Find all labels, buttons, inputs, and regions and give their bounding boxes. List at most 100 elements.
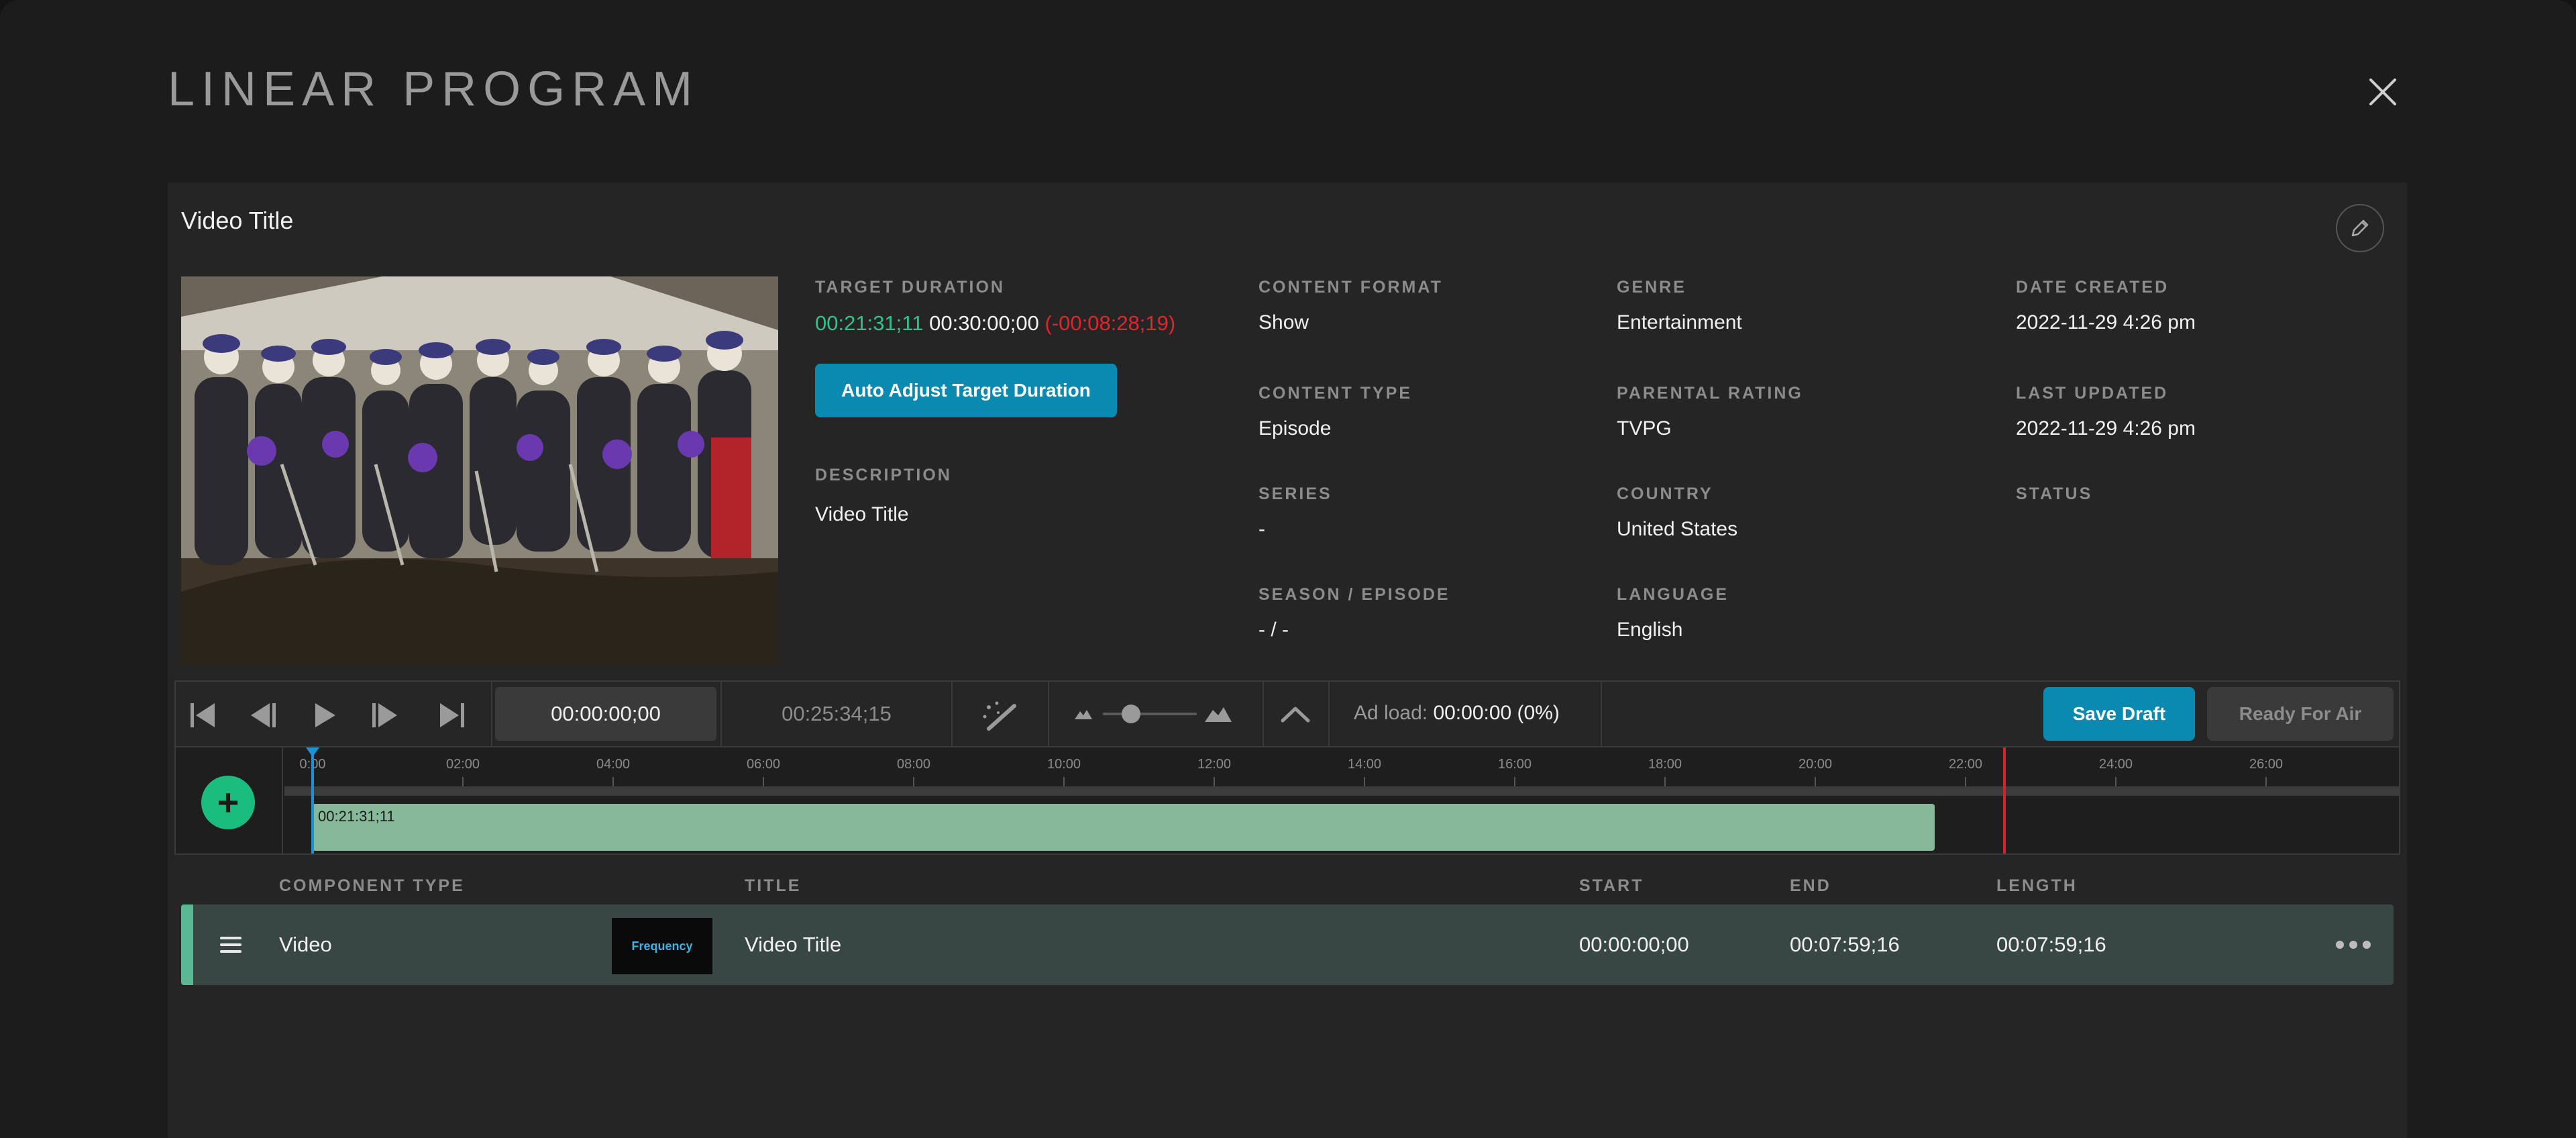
date-created-label: DATE CREATED: [2016, 278, 2169, 297]
target-goal: 00:30:00;00: [929, 311, 1039, 335]
tick-label: 20:00: [1798, 757, 1833, 772]
row-title: Video Title: [745, 933, 842, 956]
ready-for-air-button[interactable]: Ready For Air: [2207, 687, 2394, 741]
season-episode-value: - / -: [1258, 619, 1289, 641]
col-title: TITLE: [745, 876, 802, 895]
status-label: STATUS: [2016, 484, 2093, 503]
modal: LINEAR PROGRAM Video Title TARGET DURATI…: [0, 0, 2576, 1138]
col-start: START: [1579, 876, 1644, 895]
zoom-slider-thumb[interactable]: [1122, 705, 1140, 723]
tick-label: 12:00: [1197, 757, 1232, 772]
last-updated-label: LAST UPDATED: [2016, 384, 2169, 403]
skip-to-end-icon[interactable]: [437, 702, 467, 729]
tick-label: 02:00: [445, 757, 480, 772]
tick-label: 24:00: [2098, 757, 2133, 772]
step-back-icon[interactable]: [248, 702, 278, 729]
content-type-value: Episode: [1258, 417, 1332, 439]
row-type: Video: [279, 933, 332, 956]
language-label: LANGUAGE: [1617, 585, 1729, 604]
genre-value: Entertainment: [1617, 311, 1742, 333]
timeline[interactable]: + 0:0002:0004:0006:0008:0010:0012:0014:0…: [174, 747, 2400, 855]
mountain-small-icon: [1073, 705, 1093, 722]
chevron-up-icon[interactable]: [1279, 701, 1312, 727]
tick-label: 18:00: [1648, 757, 1682, 772]
save-draft-button[interactable]: Save Draft: [2043, 687, 2195, 741]
add-component-button[interactable]: +: [201, 776, 255, 829]
parental-rating-value: TVPG: [1617, 417, 1672, 439]
skip-to-start-icon[interactable]: [188, 702, 217, 729]
tick-label: 06:00: [746, 757, 781, 772]
player-toolbar: 00:00:00;00 00:25:34;15 Ad load: 00:00:0…: [174, 680, 2400, 747]
tick-mark: [612, 777, 614, 786]
genre-label: GENRE: [1617, 278, 1686, 297]
row-thumbnail: Frequency: [612, 918, 712, 974]
table-row[interactable]: Video Frequency Video Title 00:00:00;00 …: [181, 904, 2394, 985]
tick-mark: [1815, 777, 1816, 786]
description-value: Video Title: [815, 503, 909, 525]
current-duration: 00:21:31;11: [815, 311, 924, 335]
last-updated-value: 2022-11-29 4:26 pm: [2016, 417, 2196, 439]
current-timecode[interactable]: 00:00:00;00: [495, 687, 716, 741]
content-format-value: Show: [1258, 311, 1309, 333]
parental-rating-label: PARENTAL RATING: [1617, 384, 1803, 403]
country-label: COUNTRY: [1617, 484, 1713, 503]
series-label: SERIES: [1258, 484, 1332, 503]
target-duration-value: 00:21:31;11 00:30:00;00 (-00:08:28;19): [815, 311, 1175, 335]
zoom-slider[interactable]: [1103, 705, 1197, 723]
tick-label: 16:00: [1497, 757, 1532, 772]
col-component-type: COMPONENT TYPE: [279, 876, 465, 895]
playhead-handle[interactable]: [306, 747, 319, 757]
clip-duration: 00:21:31;11: [318, 808, 395, 825]
series-value: -: [1258, 518, 1265, 540]
tick-label: 04:00: [596, 757, 631, 772]
tick-mark: [2265, 777, 2267, 786]
tick-label: 14:00: [1347, 757, 1382, 772]
total-timecode: 00:25:34;15: [782, 702, 892, 725]
playhead[interactable]: [311, 747, 314, 854]
timeline-clip[interactable]: 00:21:31;11: [313, 804, 1935, 851]
date-created-value: 2022-11-29 4:26 pm: [2016, 311, 2196, 333]
edit-button[interactable]: [2336, 204, 2384, 252]
ad-load-label: Ad load:: [1354, 702, 1428, 724]
modal-title: LINEAR PROGRAM: [168, 62, 700, 116]
tick-mark: [462, 777, 464, 786]
tick-mark: [1214, 777, 1215, 786]
auto-adjust-button[interactable]: Auto Adjust Target Duration: [815, 364, 1117, 417]
content-type-label: CONTENT TYPE: [1258, 384, 1413, 403]
tick-mark: [1063, 777, 1065, 786]
row-length: 00:07:59;16: [1996, 933, 2106, 956]
col-end: END: [1790, 876, 1831, 895]
tick-label: 08:00: [896, 757, 931, 772]
row-end: 00:07:59;16: [1790, 933, 1900, 956]
ruler-bar: [284, 786, 2400, 796]
video-title: Video Title: [181, 207, 294, 234]
ad-load-value: 00:00:00 (0%): [1433, 702, 1560, 724]
tick-mark: [913, 777, 914, 786]
country-value: United States: [1617, 518, 1738, 540]
tick-mark: [1965, 777, 1966, 786]
tick-mark: [763, 777, 764, 786]
language-value: English: [1617, 619, 1683, 641]
tick-label: 10:00: [1046, 757, 1081, 772]
content-format-label: CONTENT FORMAT: [1258, 278, 1443, 297]
season-episode-label: SEASON / EPISODE: [1258, 585, 1450, 604]
step-forward-icon[interactable]: [370, 702, 400, 729]
row-start: 00:00:00;00: [1579, 933, 1689, 956]
col-length: LENGTH: [1996, 876, 2078, 895]
mountain-large-icon: [1203, 701, 1233, 725]
target-duration-label: TARGET DURATION: [815, 278, 1005, 297]
duration-difference: (-00:08:28;19): [1044, 311, 1176, 335]
tick-label: 22:00: [1948, 757, 1983, 772]
play-icon[interactable]: [310, 702, 339, 729]
tick-mark: [2115, 777, 2116, 786]
close-icon[interactable]: [2361, 70, 2404, 113]
drag-handle-icon[interactable]: [219, 933, 243, 957]
more-options-icon[interactable]: [2333, 937, 2373, 953]
description-label: DESCRIPTION: [815, 466, 952, 484]
ad-load-readout: Ad load: 00:00:00 (0%): [1354, 702, 1560, 725]
tick-label: 26:00: [2249, 757, 2284, 772]
pencil-icon: [2351, 219, 2369, 237]
target-duration-marker: [2003, 747, 2006, 854]
magic-wand-icon[interactable]: [979, 698, 1024, 733]
video-thumbnail[interactable]: [181, 276, 778, 666]
